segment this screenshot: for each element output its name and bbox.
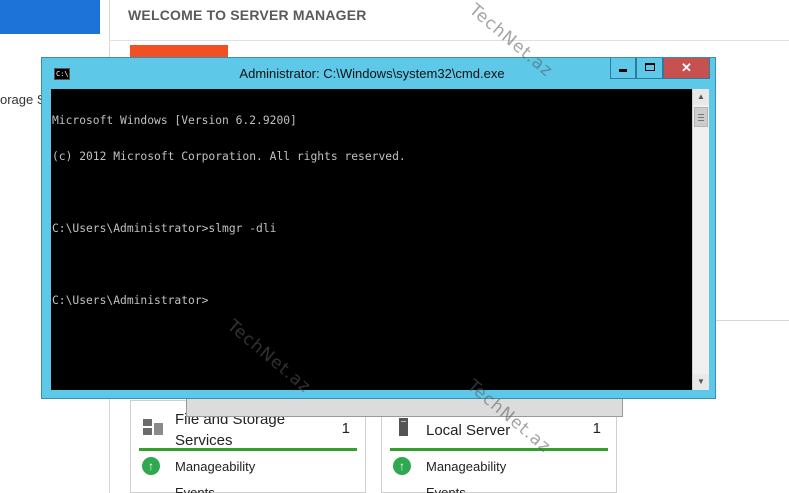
close-icon: ✕ [681, 60, 692, 75]
tile-title[interactable]: Local Server [426, 420, 546, 441]
maximize-icon [644, 63, 655, 71]
title-bar[interactable]: C:\ Administrator: C:\Windows\system32\c… [42, 58, 715, 88]
console-line: Microsoft Windows [Version 6.2.9200] [52, 114, 297, 127]
divider [110, 40, 789, 41]
minimize-button[interactable] [610, 58, 636, 79]
grip-line [698, 120, 704, 121]
console-output[interactable]: Microsoft Windows [Version 6.2.9200] (c)… [51, 89, 692, 390]
tile-count: 1 [592, 420, 601, 437]
cmd-window[interactable]: C:\ Administrator: C:\Windows\system32\c… [41, 57, 716, 399]
console-line: C:\Users\Administrator>slmgr -dli [52, 222, 277, 235]
tile-events[interactable]: Events [175, 485, 215, 493]
tile-status[interactable]: Manageability [175, 459, 255, 474]
console-line: (c) 2012 Microsoft Corporation. All righ… [52, 150, 406, 163]
welcome-title: WELCOME TO SERVER MANAGER [128, 7, 367, 23]
window-title: Administrator: C:\Windows\system32\cmd.e… [239, 66, 505, 81]
server-icon [393, 417, 415, 437]
up-arrow-icon: ↑ [393, 457, 411, 475]
tile-count: 1 [341, 420, 350, 437]
scroll-down-icon[interactable]: ▼ [693, 374, 709, 390]
console-line: C:\Users\Administrator> [52, 294, 209, 307]
up-arrow-icon: ↑ [142, 457, 160, 475]
file-storage-icon [142, 417, 164, 437]
scroll-up-icon[interactable]: ▲ [693, 89, 709, 105]
status-bar [390, 448, 608, 451]
nav-item-selected[interactable] [0, 0, 100, 34]
scroll-thumb[interactable] [694, 107, 708, 127]
tile-status[interactable]: Manageability [426, 459, 506, 474]
grip-line [698, 114, 704, 115]
maximize-button[interactable] [636, 58, 663, 79]
close-button[interactable]: ✕ [663, 58, 710, 79]
status-bar [139, 448, 357, 451]
tile-events[interactable]: Events [426, 485, 466, 493]
grip-line [698, 117, 704, 118]
vertical-scrollbar[interactable]: ▲ ▼ [692, 89, 709, 390]
minimize-icon [619, 69, 627, 72]
